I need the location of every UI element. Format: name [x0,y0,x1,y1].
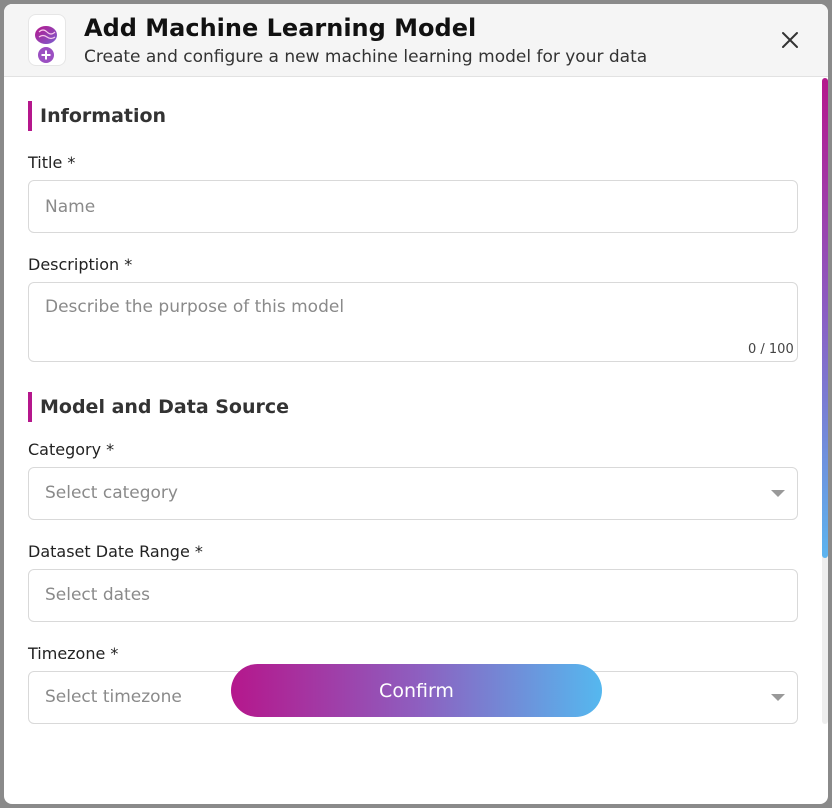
scrollbar[interactable] [822,78,828,724]
brain-plus-icon [28,14,66,66]
date-range-placeholder: Select dates [45,585,151,605]
date-range-label: Dataset Date Range * [28,542,203,561]
confirm-button[interactable]: Confirm [231,664,602,717]
date-range-picker[interactable]: Select dates [28,569,798,622]
description-label: Description * [28,255,133,274]
close-icon [782,32,798,48]
dialog-subtitle: Create and configure a new machine learn… [84,47,648,67]
category-label: Category * [28,440,115,459]
section-title-information: Information [28,101,166,131]
chevron-down-icon [771,694,785,701]
dialog-header: Add Machine Learning Model Create and co… [4,4,828,77]
title-label: Title * [28,153,76,172]
timezone-label: Timezone * [28,644,119,663]
section-title-model-source: Model and Data Source [28,392,289,422]
scrollbar-thumb[interactable] [822,78,828,558]
description-input[interactable] [28,282,798,362]
dialog-title: Add Machine Learning Model [84,14,477,42]
close-button[interactable] [776,26,804,54]
chevron-down-icon [771,490,785,497]
character-counter: 0 / 100 [748,342,794,357]
add-model-dialog: Add Machine Learning Model Create and co… [4,4,828,804]
category-placeholder: Select category [45,483,178,503]
title-input[interactable] [28,180,798,233]
category-select[interactable]: Select category [28,467,798,520]
timezone-placeholder: Select timezone [45,687,182,707]
